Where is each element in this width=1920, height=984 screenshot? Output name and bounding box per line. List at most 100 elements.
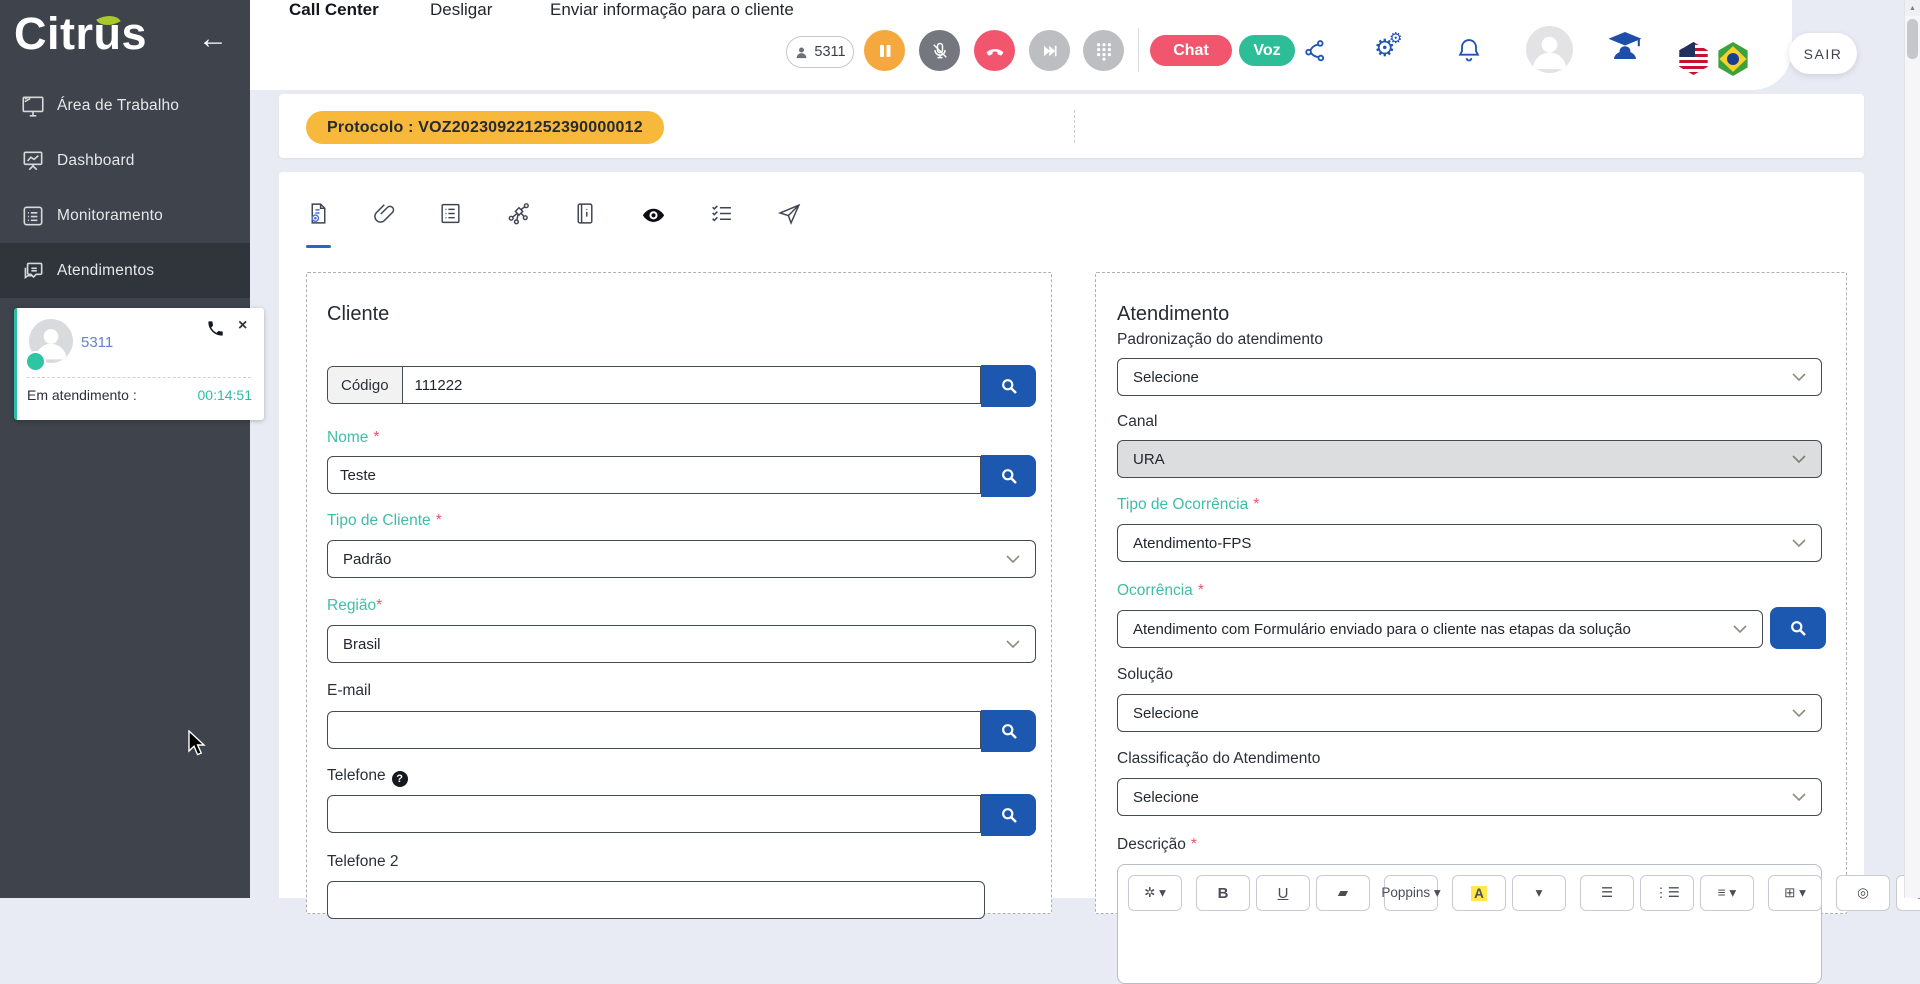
sidebar-item-atendimentos[interactable]: Atendimentos xyxy=(0,243,250,298)
telefone-field-group xyxy=(327,794,1036,836)
call-status-label: Em atendimento : xyxy=(27,387,137,403)
training-graduation-icon[interactable] xyxy=(1607,32,1643,62)
user-avatar[interactable] xyxy=(1526,26,1573,73)
telefone-label: Telefone? xyxy=(327,767,408,787)
descricao-editor[interactable]: ✲ ▾ B U ▰ Poppins ▾ A ▾ ☰ ⋮☰ ≡ ▾ ⊞ ▾ ◎ ▣… xyxy=(1117,864,1920,984)
scroll-up-arrow-icon[interactable]: ▲ xyxy=(1905,0,1920,16)
logo-text: Citrus xyxy=(14,8,148,59)
chat-channel-pill[interactable]: Chat xyxy=(1150,35,1232,66)
agent-extension-pill[interactable]: 5311 xyxy=(786,36,854,68)
tipo-cliente-label: Tipo de Cliente * xyxy=(327,512,442,529)
scrollbar-thumb[interactable] xyxy=(1907,19,1918,59)
sidebar-item-dashboard[interactable]: Dashboard xyxy=(0,133,250,188)
telefone-help-icon[interactable]: ? xyxy=(391,771,408,787)
editor-bullet-list-button[interactable]: ☰ xyxy=(1580,875,1634,911)
pause-icon xyxy=(879,44,890,57)
tab-call-center[interactable]: Call Center xyxy=(289,0,379,19)
workspace-icon xyxy=(22,96,44,117)
padronizacao-select[interactable]: Selecione xyxy=(1117,358,1822,396)
telefone2-input[interactable] xyxy=(327,881,985,919)
attachment-icon[interactable] xyxy=(372,200,397,227)
telefone-input[interactable] xyxy=(328,796,980,832)
mic-off-icon xyxy=(932,42,947,58)
editor-color-dropdown[interactable]: ▾ xyxy=(1512,875,1566,911)
phone-icon[interactable] xyxy=(206,319,225,338)
active-call-card[interactable]: 5311 × Em atendimento : 00:14:51 xyxy=(14,308,264,420)
contact-book-icon[interactable] xyxy=(572,200,597,227)
active-tool-underline xyxy=(306,245,331,248)
tab-desligar[interactable]: Desligar xyxy=(430,0,492,19)
email-input[interactable] xyxy=(328,712,980,748)
logout-button[interactable]: SAIR xyxy=(1789,33,1857,74)
sidebar: Citrus ← Área de Trabalho Dashboard Moni… xyxy=(0,0,264,898)
voz-channel-pill[interactable]: Voz xyxy=(1239,35,1295,66)
canal-label: Canal xyxy=(1117,413,1158,430)
mute-microphone-button[interactable] xyxy=(919,30,960,71)
close-call-icon[interactable]: × xyxy=(238,317,247,335)
editor-bold-button[interactable]: B xyxy=(1196,875,1250,911)
chevron-down-icon xyxy=(1006,639,1020,648)
hangup-button[interactable] xyxy=(974,30,1015,71)
telefone2-label: Telefone 2 xyxy=(327,853,399,870)
sidebar-item-area-de-trabalho[interactable]: Área de Trabalho xyxy=(0,78,250,133)
agent-extension: 5311 xyxy=(814,44,846,60)
editor-emoji-button[interactable]: ◎ xyxy=(1836,875,1890,911)
dialpad-button[interactable] xyxy=(1083,30,1124,71)
editor-highlight-button[interactable]: A xyxy=(1452,875,1506,911)
atendimento-title: Atendimento xyxy=(1117,303,1230,325)
ocorrencia-search-button[interactable] xyxy=(1770,607,1826,649)
network-nodes-icon[interactable] xyxy=(506,200,531,227)
new-document-icon[interactable] xyxy=(306,200,331,227)
transfer-call-button[interactable] xyxy=(1029,30,1070,71)
settings-gears-icon[interactable]: ⚙ ⚙ xyxy=(1374,31,1402,61)
tipo-cliente-select[interactable]: Padrão xyxy=(327,540,1036,578)
checklist-icon[interactable] xyxy=(709,200,734,227)
ocorrencia-label: Ocorrência * xyxy=(1117,582,1204,599)
telefone-search-button[interactable] xyxy=(981,794,1036,836)
editor-clear-format-button[interactable]: ▰ xyxy=(1316,875,1370,911)
codigo-search-button[interactable] xyxy=(981,365,1036,407)
call-timer: 00:14:51 xyxy=(197,387,253,403)
editor-style-button[interactable]: ✲ ▾ xyxy=(1128,875,1182,911)
tipo-ocorrencia-select[interactable]: Atendimento-FPS xyxy=(1117,524,1822,562)
scrollbar[interactable]: ▲ xyxy=(1904,0,1920,898)
codigo-input[interactable] xyxy=(402,367,980,403)
sidebar-collapse-arrow-icon[interactable]: ← xyxy=(198,22,228,56)
editor-paragraph-dropdown[interactable]: ≡ ▾ xyxy=(1700,875,1754,911)
nome-search-button[interactable] xyxy=(981,455,1036,497)
send-plane-icon[interactable] xyxy=(777,200,802,227)
list-details-icon[interactable] xyxy=(438,200,463,227)
chevron-down-icon xyxy=(1792,538,1806,547)
editor-underline-button[interactable]: U xyxy=(1256,875,1310,911)
pause-call-button[interactable] xyxy=(864,30,905,71)
editor-font-select[interactable]: Poppins ▾ xyxy=(1381,875,1441,911)
nome-input[interactable] xyxy=(328,457,980,493)
search-icon xyxy=(1791,621,1806,636)
card-divider xyxy=(27,377,251,378)
chevron-down-icon xyxy=(1792,454,1806,463)
monitoring-icon xyxy=(23,206,43,225)
dashboard-icon xyxy=(23,151,43,170)
dialpad-icon xyxy=(1096,42,1111,61)
notifications-bell-icon[interactable] xyxy=(1455,36,1483,64)
solucao-label: Solução xyxy=(1117,666,1174,683)
tab-enviar-informacao[interactable]: Enviar informação para o cliente xyxy=(550,0,794,19)
sidebar-item-monitoramento[interactable]: Monitoramento xyxy=(0,188,250,243)
classificacao-select[interactable]: Selecione xyxy=(1117,778,1822,816)
ocorrencia-select[interactable]: Atendimento com Formulário enviado para … xyxy=(1117,610,1763,648)
editor-numbered-list-button[interactable]: ⋮☰ xyxy=(1640,875,1694,911)
email-search-button[interactable] xyxy=(981,710,1036,752)
sidebar-item-label: Atendimentos xyxy=(57,261,155,279)
view-eye-icon[interactable] xyxy=(641,202,666,229)
editor-table-dropdown[interactable]: ⊞ ▾ xyxy=(1768,875,1822,911)
padronizacao-label: Padronização do atendimento xyxy=(1117,331,1323,348)
regiao-select[interactable]: Brasil xyxy=(327,625,1036,663)
chevron-down-icon xyxy=(1792,792,1806,801)
search-icon xyxy=(1001,724,1016,739)
chats-icon xyxy=(24,262,43,279)
call-extension: 5311 xyxy=(81,334,114,351)
chevron-down-icon xyxy=(1792,708,1806,717)
share-nodes-icon[interactable] xyxy=(1301,37,1329,65)
skip-forward-icon xyxy=(1043,45,1057,56)
solucao-select[interactable]: Selecione xyxy=(1117,694,1822,732)
